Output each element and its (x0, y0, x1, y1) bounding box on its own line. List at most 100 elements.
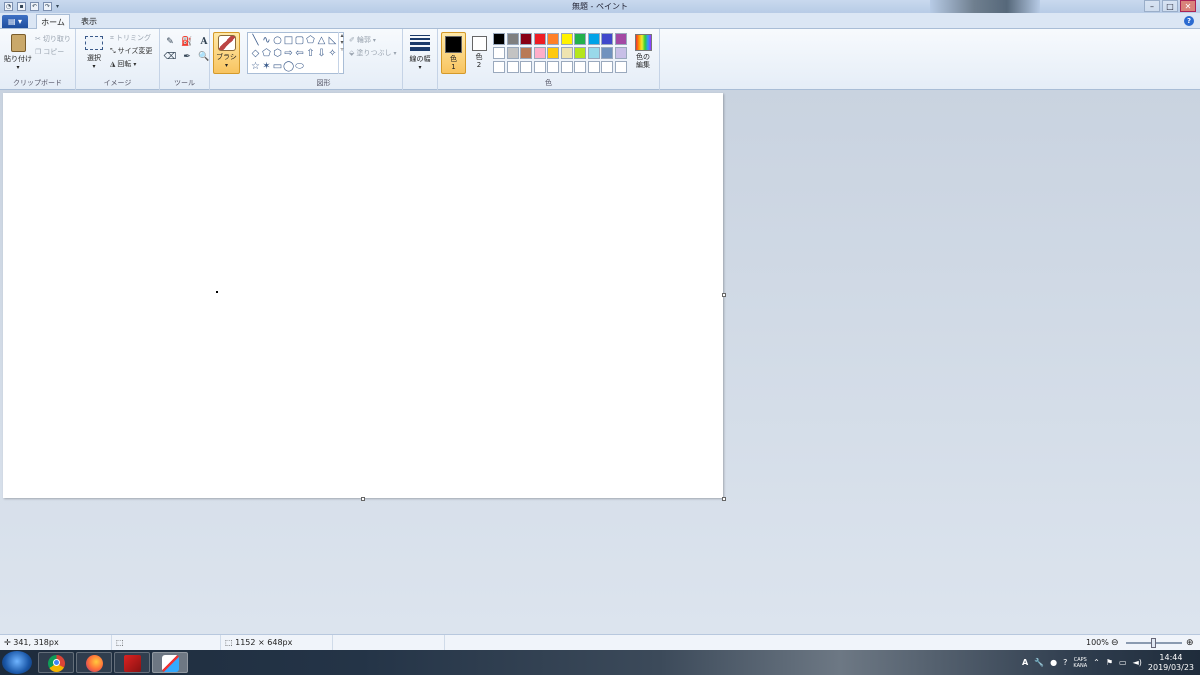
magnifier-icon[interactable]: 🔍 (197, 51, 211, 63)
palette-swatch[interactable] (520, 47, 532, 59)
palette-swatch[interactable] (587, 33, 600, 45)
palette-swatch[interactable] (587, 47, 600, 59)
tools-tray-icon[interactable]: 🔧 (1034, 658, 1044, 667)
zoom-in-button[interactable]: ⊕ (1186, 635, 1194, 651)
start-button[interactable] (2, 651, 32, 674)
palette-swatch[interactable] (533, 61, 546, 73)
network-globe-icon[interactable]: ● (1050, 658, 1057, 667)
shape-option[interactable]: □ (283, 34, 294, 47)
palette-swatch[interactable] (520, 33, 532, 45)
shape-option[interactable]: ∿ (261, 34, 272, 47)
shape-option[interactable]: ☆ (250, 60, 261, 73)
shape-option[interactable]: ▢ (294, 34, 305, 47)
redo-icon[interactable]: ↷ (43, 2, 52, 11)
tab-home[interactable]: ホーム (36, 14, 70, 29)
shape-option[interactable]: ◯ (283, 60, 294, 73)
volume-icon[interactable]: ◄) (1133, 658, 1142, 667)
palette-swatch[interactable] (506, 47, 519, 59)
palette-swatch[interactable] (614, 33, 627, 45)
taskbar-paint[interactable] (152, 652, 188, 673)
paint-app-icon[interactable]: ◔ (4, 2, 13, 11)
tab-view[interactable]: 表示 (74, 14, 104, 29)
shape-option[interactable]: ▭ (272, 60, 283, 73)
resize-button[interactable]: ⤡ サイズ変更 (110, 46, 152, 56)
color1-button[interactable]: 色 1 (441, 32, 466, 74)
resize-handle-bottom[interactable] (361, 497, 365, 501)
palette-swatch[interactable] (547, 47, 559, 59)
shape-outline-button[interactable]: ✐ 輪郭 ▾ (349, 35, 376, 45)
shape-option[interactable]: ✶ (261, 60, 272, 73)
resize-handle-right[interactable] (722, 293, 726, 297)
palette-swatch[interactable] (587, 61, 600, 73)
shapes-gallery-scroll[interactable]: ▴ ▾ ▿ (338, 32, 345, 74)
close-button[interactable]: ✕ (1180, 0, 1196, 12)
color-picker-icon[interactable]: ✒ (180, 51, 194, 63)
palette-swatch[interactable] (533, 33, 546, 45)
edit-colors-button[interactable]: 色の 編集 (632, 32, 654, 74)
shape-option[interactable]: ⬡ (272, 47, 283, 60)
shape-option[interactable]: △ (316, 34, 327, 47)
color2-button[interactable]: 色 2 (469, 32, 489, 74)
palette-swatch[interactable] (601, 61, 613, 73)
palette-swatch[interactable] (601, 33, 613, 45)
fill-bucket-icon[interactable]: ⛽ (180, 36, 194, 48)
palette-swatch[interactable] (493, 61, 505, 73)
show-hidden-icons[interactable]: ⌃ (1093, 658, 1100, 667)
display-icon[interactable]: ▭ (1119, 658, 1127, 667)
shape-option[interactable]: ✧ (327, 47, 338, 60)
crop-button[interactable]: ⌗ トリミング (110, 33, 151, 43)
shape-option[interactable]: ⇨ (283, 47, 294, 60)
drawing-canvas[interactable] (3, 93, 723, 498)
taskbar-chrome[interactable] (38, 652, 74, 673)
palette-swatch[interactable] (506, 33, 519, 45)
palette-swatch[interactable] (560, 47, 573, 59)
paste-button[interactable]: 貼り付け ▾ (3, 34, 33, 71)
shape-option[interactable]: ⇧ (305, 47, 316, 60)
clock[interactable]: 14:44 2019/03/23 (1148, 653, 1194, 673)
shape-option[interactable]: ⇩ (316, 47, 327, 60)
palette-swatch[interactable] (506, 61, 519, 73)
palette-swatch[interactable] (574, 47, 586, 59)
action-center-flag-icon[interactable]: ⚑ (1106, 658, 1113, 667)
palette-swatch[interactable] (520, 61, 532, 73)
brush-button[interactable]: ブラシ ▾ (213, 32, 240, 74)
cut-button[interactable]: ✂ 切り取り (35, 34, 71, 44)
palette-swatch[interactable] (574, 61, 586, 73)
palette-swatch[interactable] (560, 33, 573, 45)
help-icon[interactable]: ? (1184, 16, 1194, 26)
customize-qa-icon[interactable]: ▾ (56, 3, 59, 10)
select-button[interactable]: 選択 ▾ (82, 34, 106, 70)
shape-option[interactable]: ○ (272, 34, 283, 47)
shape-option[interactable]: ╲ (250, 34, 261, 47)
shape-option[interactable]: ⬭ (294, 60, 305, 73)
palette-swatch[interactable] (547, 61, 559, 73)
shape-option[interactable]: ◺ (327, 34, 338, 47)
zoom-slider-thumb[interactable] (1151, 638, 1156, 648)
taskbar-firefox[interactable] (76, 652, 112, 673)
shape-option[interactable]: ⬠ (261, 47, 272, 60)
shape-option[interactable]: ◇ (250, 47, 261, 60)
maximize-button[interactable]: □ (1162, 0, 1178, 12)
ime-indicator[interactable]: A (1022, 658, 1028, 667)
shape-option[interactable]: ⇦ (294, 47, 305, 60)
palette-swatch[interactable] (493, 33, 505, 45)
shape-option[interactable]: ⬠ (305, 34, 316, 47)
palette-swatch[interactable] (547, 33, 559, 45)
rotate-button[interactable]: ◮ 回転 ▾ (110, 59, 136, 69)
help-tray-icon[interactable]: ? (1063, 658, 1067, 667)
palette-swatch[interactable] (560, 61, 573, 73)
undo-icon[interactable]: ↶ (30, 2, 39, 11)
save-icon[interactable]: ▪ (17, 2, 26, 11)
text-tool-icon[interactable]: A (197, 36, 211, 48)
shape-fill-button[interactable]: ⬙ 塗りつぶし ▾ (349, 48, 396, 58)
eraser-icon[interactable]: ⌫ (163, 51, 177, 63)
copy-button[interactable]: ❐ コピー (35, 47, 64, 57)
resize-handle-corner[interactable] (722, 497, 726, 501)
palette-swatch[interactable] (614, 47, 627, 59)
file-menu-button[interactable]: ▤ ▾ (2, 15, 28, 28)
palette-swatch[interactable] (574, 33, 586, 45)
pencil-icon[interactable]: ✎ (163, 36, 177, 48)
palette-swatch[interactable] (601, 47, 613, 59)
palette-swatch[interactable] (614, 61, 627, 73)
zoom-out-button[interactable]: ⊖ (1111, 635, 1119, 651)
